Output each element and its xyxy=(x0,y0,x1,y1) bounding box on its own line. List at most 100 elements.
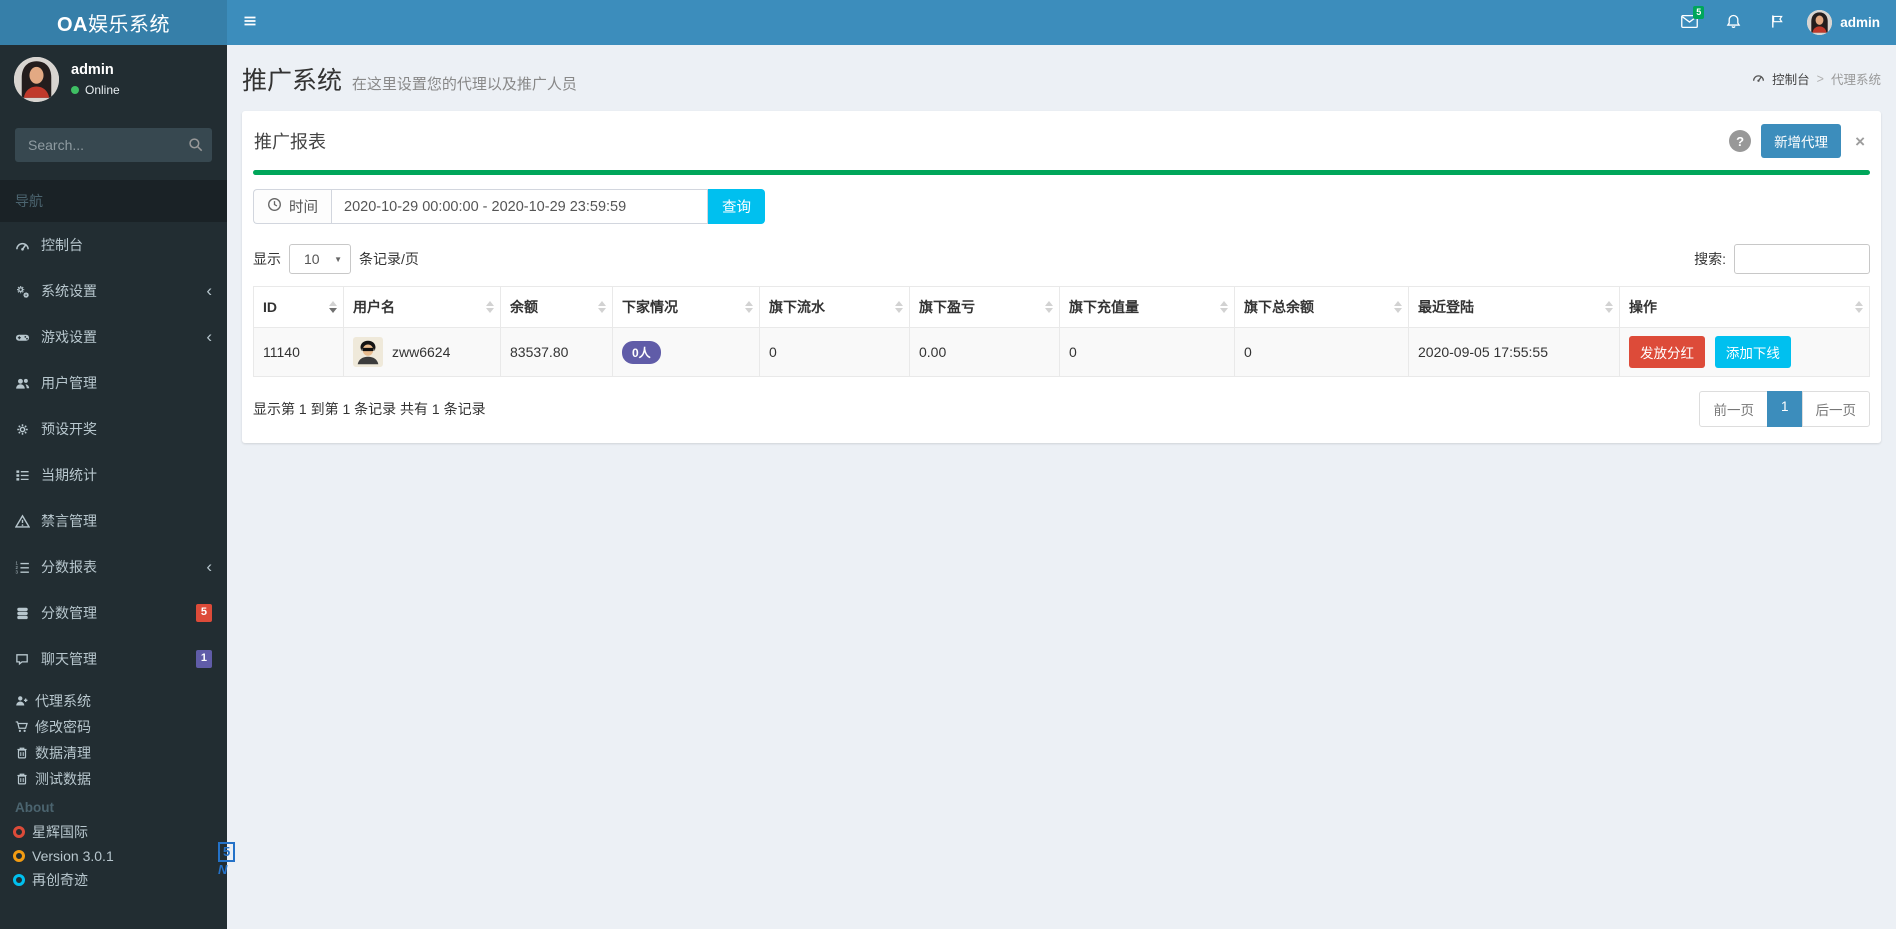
top-navbar: OA娱乐系统 5 admin xyxy=(0,0,1896,45)
sidebar-user-name: admin xyxy=(71,62,114,78)
sidebar-item-xinghui[interactable]: 星辉国际 xyxy=(0,819,227,845)
pagination: 前一页 1 后一页 xyxy=(1699,391,1870,427)
sidebar-item-preset-draw[interactable]: 预设开奖 xyxy=(0,406,227,452)
sidebar-item-current-stats[interactable]: 当期统计 xyxy=(0,452,227,498)
sidebar-item-chat-management[interactable]: 聊天管理 1 xyxy=(0,636,227,682)
sidebar-item-mute-management[interactable]: 禁言管理 xyxy=(0,498,227,544)
pagination-prev-button[interactable]: 前一页 xyxy=(1699,391,1768,427)
dividend-button[interactable]: 发放分红 xyxy=(1629,336,1705,368)
breadcrumb: 控制台 > 代理系统 xyxy=(1752,61,1881,88)
sidebar-search xyxy=(15,128,212,162)
page-title: 推广系统 xyxy=(242,67,343,95)
app-logo[interactable]: OA娱乐系统 xyxy=(0,0,227,45)
sidebar-item-game-settings[interactable]: 游戏设置 ‹ xyxy=(0,314,227,360)
messages-menu[interactable]: 5 xyxy=(1667,0,1711,45)
sort-icon xyxy=(895,301,903,313)
row-user-avatar xyxy=(353,337,383,367)
pagination-page-1-button[interactable]: 1 xyxy=(1766,391,1803,427)
gear-icon xyxy=(15,422,41,437)
table-info-text: 显示第 1 到第 1 条记录 共有 1 条记录 xyxy=(253,401,486,417)
logo-prefix: OA xyxy=(57,14,88,36)
hamburger-icon xyxy=(242,13,258,32)
cell-actions: 发放分红 添加下线 xyxy=(1619,327,1870,377)
page-length-select[interactable]: 10 ▼ xyxy=(289,244,351,274)
list-ol-icon: 123 xyxy=(15,560,41,575)
col-header-downline[interactable]: 下家情况 xyxy=(612,286,760,328)
trash-icon xyxy=(15,772,35,786)
sidebar-item-change-password[interactable]: 修改密码 xyxy=(0,714,227,740)
pagination-next-button[interactable]: 后一页 xyxy=(1801,391,1870,427)
user-avatar xyxy=(1807,10,1833,35)
col-header-last-login[interactable]: 最近登陆 xyxy=(1408,286,1620,328)
col-header-balance[interactable]: 余额 xyxy=(500,286,613,328)
sidebar-item-test-data[interactable]: 测试数据 xyxy=(0,766,227,792)
date-filter-group: 时间 查询 xyxy=(253,189,765,224)
sidebar-item-system-settings[interactable]: 系统设置 ‹ xyxy=(0,268,227,314)
panel-title: 推广报表 xyxy=(254,132,326,152)
circle-o-icon xyxy=(13,826,25,838)
sort-icon xyxy=(329,301,337,313)
page-subtitle: 在这里设置您的代理以及推广人员 xyxy=(351,76,577,93)
sidebar-item-data-cleanup[interactable]: 数据清理 xyxy=(0,740,227,766)
col-header-total-balance[interactable]: 旗下总余额 xyxy=(1234,286,1409,328)
chevron-left-icon: ‹ xyxy=(206,281,212,300)
breadcrumb-separator: > xyxy=(1816,71,1824,86)
add-downline-button[interactable]: 添加下线 xyxy=(1714,336,1791,368)
sidebar-item-version[interactable]: Version 3.0.1 xyxy=(0,845,227,867)
sidebar-item-dashboard[interactable]: 控制台 xyxy=(0,222,227,268)
database-icon xyxy=(15,606,41,621)
sidebar-item-user-management[interactable]: 用户管理 xyxy=(0,360,227,406)
table-search-control: 搜索: xyxy=(1694,244,1870,274)
sidebar-search-input[interactable] xyxy=(15,128,212,162)
chevron-left-icon: ‹ xyxy=(206,557,212,576)
comment-icon xyxy=(15,652,41,667)
cell-total-balance: 0 xyxy=(1234,327,1409,377)
col-header-profit[interactable]: 旗下盈亏 xyxy=(909,286,1060,328)
circle-o-icon xyxy=(13,850,25,862)
sidebar-user-panel: admin Online xyxy=(0,45,227,114)
notifications-menu[interactable] xyxy=(1711,0,1755,45)
sort-icon xyxy=(486,301,494,313)
caret-down-icon: ▼ xyxy=(334,254,342,264)
chevron-left-icon: ‹ xyxy=(206,327,212,346)
sidebar-item-score-management[interactable]: 分数管理 5 xyxy=(0,590,227,636)
col-header-recharge[interactable]: 旗下充值量 xyxy=(1059,286,1235,328)
sidebar-item-score-report[interactable]: 123 分数报表 ‹ xyxy=(0,544,227,590)
add-agent-button[interactable]: 新增代理 xyxy=(1761,124,1842,158)
breadcrumb-home[interactable]: 控制台 xyxy=(1772,69,1810,88)
col-header-username[interactable]: 用户名 xyxy=(343,286,501,328)
chat-management-badge: 1 xyxy=(195,650,212,668)
sidebar-item-agent-system[interactable]: 代理系统 xyxy=(0,688,227,714)
date-range-input[interactable] xyxy=(331,189,708,224)
gears-icon xyxy=(15,284,41,299)
dashboard-icon xyxy=(1752,71,1765,87)
user-menu[interactable]: admin xyxy=(1799,0,1896,45)
sidebar-toggle-button[interactable] xyxy=(227,0,273,45)
sidebar: admin Online 导航 控制台 系统设置 ‹ 游戏设置 ‹ xyxy=(0,45,227,929)
page-length-control: 显示 10 ▼ 条记录/页 xyxy=(253,244,419,274)
sidebar-user-avatar xyxy=(14,57,59,102)
sidebar-nav-header: 导航 xyxy=(0,180,227,222)
sidebar-item-zaichuang[interactable]: 再创奇迹 xyxy=(0,867,227,893)
tasks-menu[interactable] xyxy=(1755,0,1799,45)
user-menu-label: admin xyxy=(1840,15,1880,30)
cart-icon xyxy=(15,720,35,734)
close-icon[interactable]: × xyxy=(1851,133,1869,150)
col-header-actions[interactable]: 操作 xyxy=(1619,286,1870,328)
col-header-turnover[interactable]: 旗下流水 xyxy=(759,286,910,328)
warning-icon xyxy=(15,513,41,529)
cell-balance: 83537.80 xyxy=(500,327,613,377)
sort-icon xyxy=(1045,301,1053,313)
query-button[interactable]: 查询 xyxy=(708,189,765,224)
search-icon[interactable] xyxy=(188,137,203,152)
stray-widget-artifact: 5 N xyxy=(218,842,236,879)
cell-username: zww6624 xyxy=(343,327,501,377)
main-content: 推广系统 在这里设置您的代理以及推广人员 控制台 > 代理系统 推广报表 ? 新… xyxy=(227,45,1896,929)
circle-o-icon xyxy=(13,874,25,886)
user-plus-icon xyxy=(15,694,35,708)
table-search-input[interactable] xyxy=(1734,244,1870,274)
help-icon[interactable]: ? xyxy=(1729,130,1752,152)
report-table: ID 用户名 余额 下家情况 旗下流水 旗下盈亏 旗下充值量 旗下总余额 最近登… xyxy=(253,286,1870,377)
sidebar-user-status: Online xyxy=(71,83,120,97)
col-header-id[interactable]: ID xyxy=(253,286,344,328)
